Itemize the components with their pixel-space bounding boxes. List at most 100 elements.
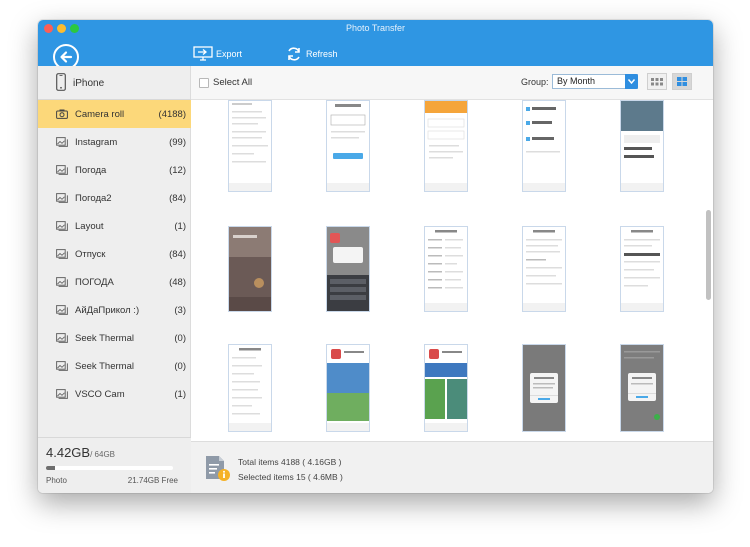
photo-thumbnail[interactable] xyxy=(228,226,272,312)
album-camera-roll[interactable]: Camera roll (4188) xyxy=(38,100,191,128)
photo-thumbnail[interactable] xyxy=(228,344,272,432)
album-seek-thermal[interactable]: Seek Thermal (0) xyxy=(38,324,191,352)
photo-thumbnail[interactable] xyxy=(522,226,566,312)
photo-thumbnail[interactable] xyxy=(326,344,370,432)
storage-used: 4.42GB/ 64GB xyxy=(46,445,115,460)
album-icon xyxy=(56,305,68,315)
iphone-icon xyxy=(56,73,66,91)
storage-info: 4.42GB/ 64GB Photo 21.74GB Free xyxy=(38,437,191,493)
group-label: Group: xyxy=(521,77,549,87)
album-count: (48) xyxy=(169,276,186,288)
screenshot-image xyxy=(425,101,467,191)
photo-thumbnail[interactable] xyxy=(620,226,664,312)
export-button[interactable]: Export xyxy=(193,44,242,64)
album-label: Погода2 xyxy=(75,192,112,204)
device-name: iPhone xyxy=(73,78,105,89)
album-vsco-cam[interactable]: VSCO Cam (1) xyxy=(38,380,191,408)
album-otpusk[interactable]: Отпуск (84) xyxy=(38,240,191,268)
screenshot-image xyxy=(621,227,663,311)
album-label: Layout xyxy=(75,220,104,232)
dropdown-arrow[interactable] xyxy=(625,74,638,89)
app-window: Photo Transfer Export Refresh iPhone Cam… xyxy=(38,20,713,493)
content-toolbar: Select All Group: By Month xyxy=(191,66,713,100)
album-count: (84) xyxy=(169,248,186,260)
album-pogoda-caps[interactable]: ПОГОДА (48) xyxy=(38,268,191,296)
album-aydaprikol[interactable]: АйДаПрикол :) (3) xyxy=(38,296,191,324)
photo-thumbnail[interactable] xyxy=(326,226,370,312)
album-icon xyxy=(56,361,68,371)
album-seek-thermal-2[interactable]: Seek Thermal (0) xyxy=(38,352,191,380)
photo-thumbnail[interactable] xyxy=(424,344,468,432)
grid-large-icon xyxy=(677,77,687,86)
device-header[interactable]: iPhone xyxy=(38,66,191,100)
album-icon xyxy=(56,333,68,343)
photo-thumbnail[interactable] xyxy=(326,100,370,192)
selected-items-text: Selected items 15 ( 4.6MB ) xyxy=(238,472,343,482)
refresh-button[interactable]: Refresh xyxy=(285,44,338,64)
album-count: (3) xyxy=(174,304,186,316)
storage-total: / 64GB xyxy=(90,450,115,459)
camera-icon xyxy=(56,109,68,119)
album-count: (1) xyxy=(174,220,186,232)
screenshot-image xyxy=(523,101,565,191)
select-all-checkbox[interactable]: Select All xyxy=(199,77,252,88)
album-label: VSCO Cam xyxy=(75,388,125,400)
album-label: Seek Thermal xyxy=(75,360,134,372)
chevron-down-icon xyxy=(627,79,636,85)
album-count: (1) xyxy=(174,388,186,400)
album-pogoda[interactable]: Погода (12) xyxy=(38,156,191,184)
arrow-left-icon xyxy=(60,51,73,63)
storage-category: Photo xyxy=(46,476,67,485)
photo-thumbnail[interactable] xyxy=(620,100,664,192)
screenshot-image xyxy=(229,227,271,311)
album-pogoda2[interactable]: Погода2 (84) xyxy=(38,184,191,212)
album-label: Seek Thermal xyxy=(75,332,134,344)
album-count: (0) xyxy=(174,360,186,372)
album-label: Camera roll xyxy=(75,108,125,120)
photo-thumbnail[interactable] xyxy=(522,344,566,432)
album-layout[interactable]: Layout (1) xyxy=(38,212,191,240)
group-select[interactable]: By Month xyxy=(552,74,638,89)
storage-used-value: 4.42GB xyxy=(46,445,91,460)
large-grid-view-button[interactable] xyxy=(672,73,692,90)
photo-thumbnail[interactable] xyxy=(228,100,272,192)
album-count: (4188) xyxy=(158,108,186,120)
file-info-icon xyxy=(206,456,230,481)
total-items-text: Total items 4188 ( 4.16GB ) xyxy=(238,457,342,467)
photo-thumbnail[interactable] xyxy=(424,100,468,192)
album-label: Отпуск xyxy=(75,248,106,260)
photo-thumbnail[interactable] xyxy=(620,344,664,432)
screenshot-image xyxy=(523,227,565,311)
status-bar: Total items 4188 ( 4.16GB ) Selected ite… xyxy=(191,441,713,493)
album-count: (84) xyxy=(169,192,186,204)
refresh-icon xyxy=(288,47,300,61)
album-count: (12) xyxy=(169,164,186,176)
export-label: Export xyxy=(216,49,243,59)
photo-thumbnail[interactable] xyxy=(424,226,468,312)
screenshot-image xyxy=(327,101,369,191)
checkbox[interactable] xyxy=(199,77,209,88)
small-grid-view-button[interactable] xyxy=(647,73,667,90)
photo-grid xyxy=(191,100,713,441)
storage-bar xyxy=(46,466,173,470)
album-list: Camera roll (4188) Instagram (99) Погода… xyxy=(38,100,191,408)
screenshot-image xyxy=(327,227,369,311)
album-label: ПОГОДА xyxy=(75,276,114,288)
screenshot-image xyxy=(621,101,663,191)
album-icon xyxy=(56,137,68,147)
screenshot-image xyxy=(621,345,663,431)
album-instagram[interactable]: Instagram (99) xyxy=(38,128,191,156)
album-icon xyxy=(56,277,68,287)
album-label: АйДаПрикол :) xyxy=(75,304,140,316)
title-bar: Photo Transfer Export Refresh xyxy=(38,20,713,70)
select-all-label: Select All xyxy=(213,77,253,88)
photo-thumbnail[interactable] xyxy=(522,100,566,192)
screenshot-image xyxy=(523,345,565,431)
album-count: (0) xyxy=(174,332,186,344)
window-title: Photo Transfer xyxy=(345,23,406,33)
vertical-scrollbar[interactable] xyxy=(706,210,711,300)
album-icon xyxy=(56,193,68,203)
grid-small-icon xyxy=(651,78,663,86)
screenshot-image xyxy=(425,345,467,431)
screenshot-image xyxy=(229,345,271,431)
